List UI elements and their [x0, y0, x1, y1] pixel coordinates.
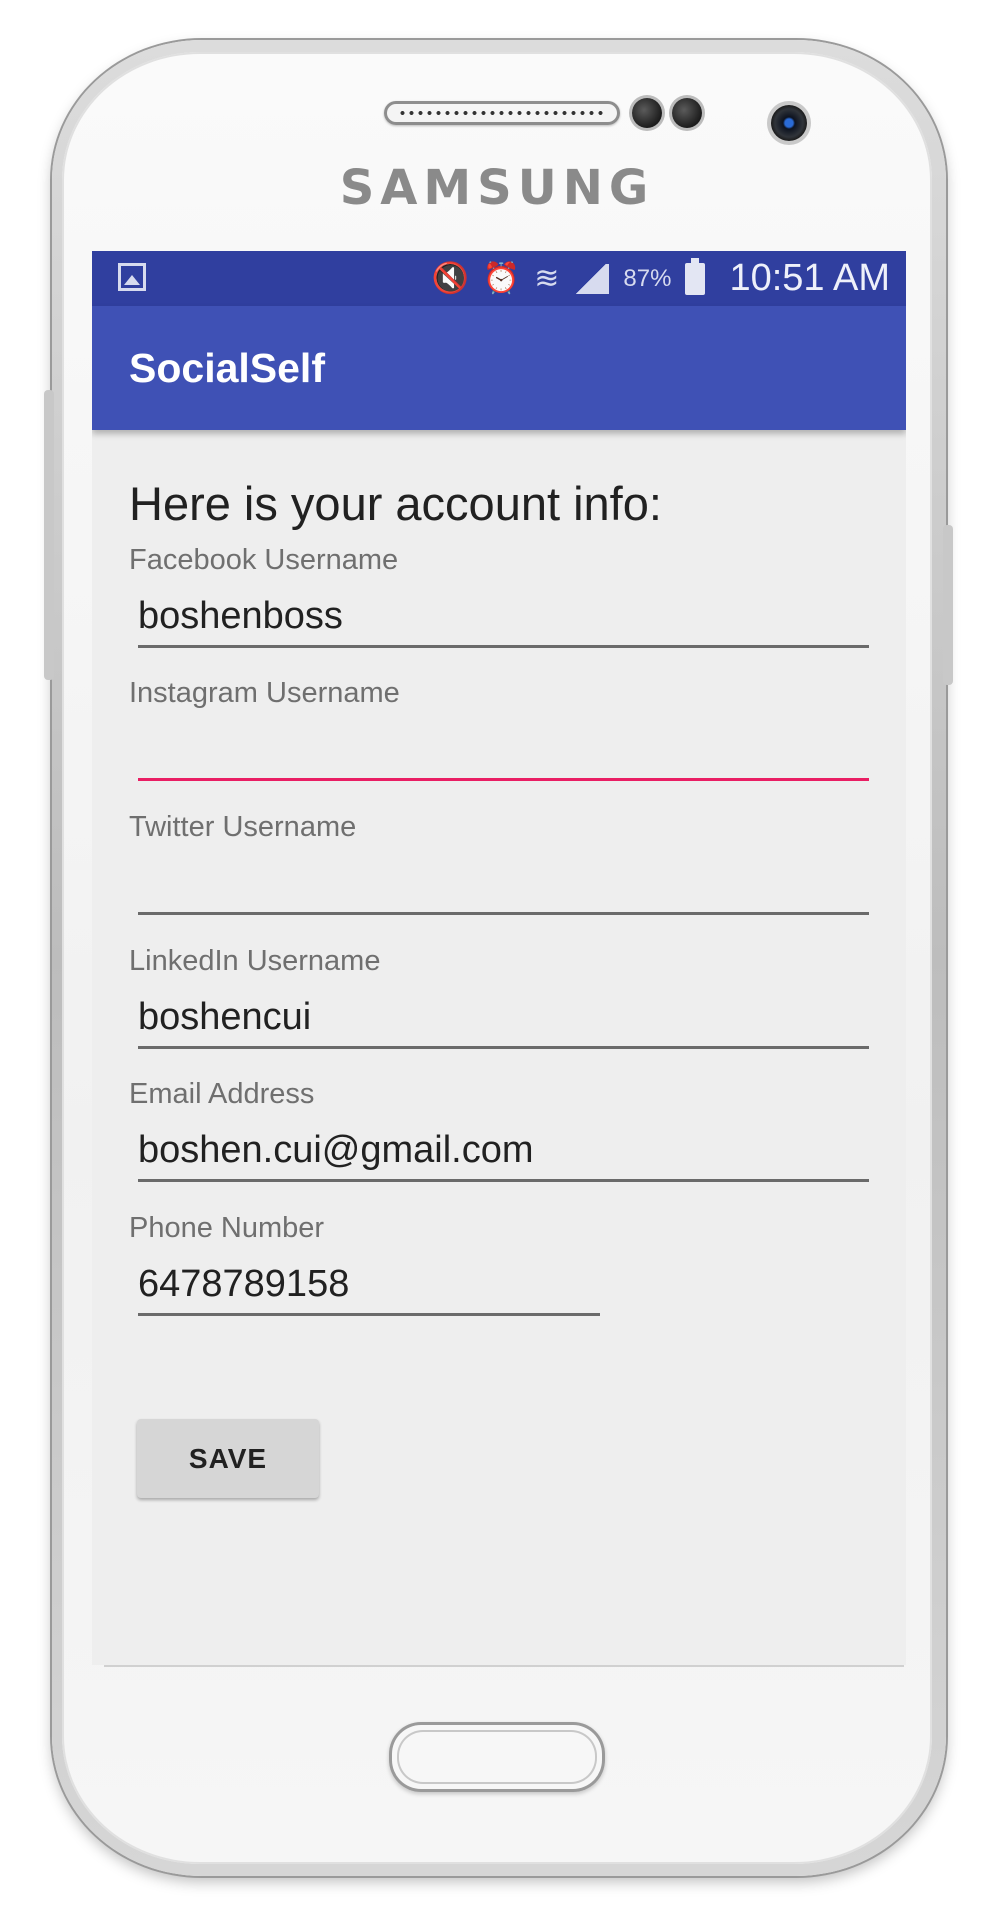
- email-label: Email Address: [129, 1078, 315, 1110]
- proximity-sensor: [632, 98, 662, 128]
- twitter-label: Twitter Username: [129, 811, 357, 843]
- battery-icon: [685, 257, 706, 295]
- form-heading: Here is your account info:: [129, 477, 662, 530]
- instagram-label: Instagram Username: [129, 677, 400, 709]
- power-button: [943, 525, 953, 685]
- email-address-input[interactable]: [138, 1122, 869, 1182]
- screen: 🔇 ⏰ ≋ 87% 10:51 AM SocialSelf Here is yo…: [92, 251, 906, 1665]
- signal-icon: [573, 263, 610, 294]
- linkedin-username-input[interactable]: [138, 989, 869, 1049]
- app-title: SocialSelf: [129, 345, 325, 391]
- phone-label: Phone Number: [129, 1212, 325, 1244]
- alarm-icon: ⏰: [482, 261, 521, 296]
- home-button[interactable]: [389, 1722, 605, 1792]
- save-button[interactable]: SAVE: [137, 1419, 319, 1498]
- twitter-username-input[interactable]: [138, 855, 869, 915]
- front-camera: [771, 105, 807, 141]
- app-bar: SocialSelf: [92, 306, 906, 430]
- status-icons: 🔇 ⏰ ≋ 87% 10:51 AM: [432, 251, 890, 306]
- mute-icon: 🔇: [431, 261, 469, 296]
- gallery-icon: [118, 263, 146, 291]
- facebook-label: Facebook Username: [129, 544, 399, 576]
- screen-bottom-edge: [104, 1665, 904, 1667]
- earpiece-speaker: [384, 101, 620, 125]
- battery-percent: 87%: [623, 264, 672, 292]
- instagram-username-input[interactable]: [138, 721, 869, 781]
- brand-logo: SAMSUNG: [339, 160, 655, 216]
- facebook-username-input[interactable]: [138, 588, 869, 648]
- status-bar: 🔇 ⏰ ≋ 87% 10:51 AM: [92, 251, 906, 306]
- linkedin-label: LinkedIn Username: [129, 945, 381, 977]
- clock: 10:51 AM: [729, 257, 890, 299]
- light-sensor: [672, 98, 702, 128]
- volume-button: [44, 390, 54, 680]
- phone-number-input[interactable]: [138, 1256, 600, 1316]
- wifi-icon: ≋: [534, 261, 560, 296]
